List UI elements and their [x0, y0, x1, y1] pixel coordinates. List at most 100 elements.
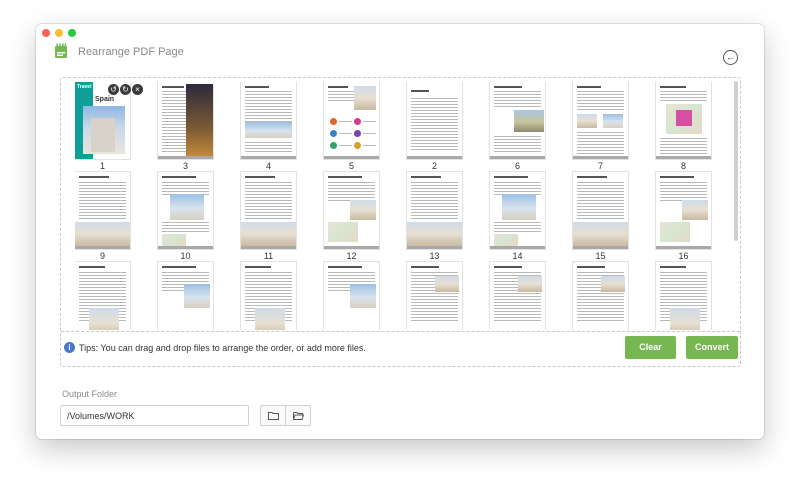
- page-thumbnail[interactable]: [490, 262, 573, 330]
- text-line: [494, 222, 541, 223]
- text-line: [245, 188, 292, 189]
- page-image: [603, 114, 623, 128]
- text-line: [577, 135, 624, 136]
- page-drop-area[interactable]: Travel & Sun Spain ↺ ↻ × 1 3 4 5 2 6 7 8 9 10 11 12 13 14 1…: [60, 77, 741, 367]
- text-line: [245, 296, 292, 297]
- grid-scrollbar[interactable]: [734, 81, 738, 241]
- page-footer: [573, 246, 628, 249]
- text-line: [494, 225, 541, 226]
- text-line: [660, 293, 707, 294]
- text-line: [577, 188, 624, 189]
- text-line: [411, 215, 458, 216]
- page-thumbnail[interactable]: 8: [656, 82, 715, 172]
- page-thumbnail[interactable]: 14: [490, 172, 573, 262]
- text-line: [79, 296, 126, 297]
- back-button[interactable]: ←: [723, 50, 738, 65]
- page-number: 3: [182, 161, 188, 171]
- text-line: [411, 119, 458, 120]
- page-footer: [490, 246, 545, 249]
- page-preview: [573, 82, 628, 159]
- page-preview: [324, 82, 379, 159]
- text-line: [245, 145, 292, 146]
- text-line: [577, 194, 624, 195]
- page-thumbnail[interactable]: 10: [158, 172, 241, 262]
- page-thumbnail[interactable]: 7: [573, 82, 656, 172]
- page-thumbnail[interactable]: [656, 262, 715, 330]
- text-line: [494, 296, 541, 297]
- text-line: [363, 133, 376, 134]
- page-heading: [162, 266, 196, 268]
- page-thumbnail[interactable]: 11: [241, 172, 324, 262]
- page-thumbnail[interactable]: [75, 262, 158, 330]
- text-line: [411, 125, 458, 126]
- page-footer: [324, 246, 379, 249]
- minimize-window-button[interactable]: [55, 29, 63, 37]
- page-thumbnail[interactable]: [241, 262, 324, 330]
- page-thumbnail[interactable]: 4: [241, 82, 324, 172]
- page-thumbnail[interactable]: 16: [656, 172, 715, 262]
- page-thumbnail[interactable]: 2: [407, 82, 490, 172]
- text-line: [577, 305, 624, 306]
- text-line: [245, 209, 292, 210]
- page-thumbnail[interactable]: [573, 262, 656, 330]
- text-line: [162, 272, 209, 273]
- page-footer: [241, 246, 296, 249]
- text-line: [245, 203, 292, 204]
- text-line: [79, 215, 126, 216]
- page-thumbnail[interactable]: 3: [158, 82, 241, 172]
- text-line: [660, 284, 707, 285]
- open-folder-button[interactable]: [286, 406, 310, 425]
- page-heading: [411, 176, 441, 178]
- text-line: [411, 218, 458, 219]
- text-line: [411, 317, 458, 318]
- text-line: [660, 138, 707, 139]
- rotate-right-icon[interactable]: ↻: [120, 84, 131, 95]
- page-thumbnail[interactable]: 15: [573, 172, 656, 262]
- text-line: [411, 299, 458, 300]
- page-thumbnail[interactable]: [158, 262, 241, 330]
- text-line: [660, 94, 707, 95]
- text-line: [660, 91, 707, 92]
- page-heading: [328, 176, 362, 178]
- choose-folder-button[interactable]: [261, 406, 286, 425]
- page-image: [241, 222, 296, 246]
- page-preview: [324, 262, 379, 330]
- page-thumbnail[interactable]: 6: [490, 82, 573, 172]
- page-thumbnail[interactable]: 13: [407, 172, 490, 262]
- text-line: [411, 113, 458, 114]
- text-line: [411, 143, 458, 144]
- page-footer: [241, 156, 296, 159]
- maximize-window-button[interactable]: [68, 29, 76, 37]
- close-window-button[interactable]: [42, 29, 50, 37]
- page-thumbnail[interactable]: 12: [324, 172, 407, 262]
- page-number: 4: [265, 161, 271, 171]
- output-folder-input[interactable]: [60, 405, 249, 426]
- page-thumbnail[interactable]: Travel & Sun Spain ↺ ↻ × 1: [75, 82, 158, 172]
- rotate-left-icon[interactable]: ↺: [108, 84, 119, 95]
- page-image: [328, 222, 358, 242]
- text-line: [577, 153, 624, 154]
- text-line: [339, 133, 352, 134]
- page-thumbnail[interactable]: [407, 262, 490, 330]
- text-line: [162, 228, 209, 229]
- text-line: [660, 287, 707, 288]
- text-line: [162, 278, 209, 279]
- open-folder-icon: [292, 412, 304, 420]
- convert-button[interactable]: Convert: [686, 336, 738, 359]
- close-icon[interactable]: ×: [132, 84, 143, 95]
- text-line: [577, 91, 624, 92]
- text-line: [245, 278, 292, 279]
- page-thumbnail[interactable]: [324, 262, 407, 330]
- page-image: [682, 200, 708, 220]
- page-thumbnail[interactable]: 9: [75, 172, 158, 262]
- page-heading: [245, 266, 271, 268]
- text-line: [494, 182, 541, 183]
- text-line: [328, 197, 375, 198]
- page-title: Rearrange PDF Page: [78, 46, 184, 58]
- text-line: [245, 284, 292, 285]
- text-line: [79, 302, 126, 303]
- clear-button[interactable]: Clear: [625, 336, 676, 359]
- page-number: 14: [512, 251, 523, 261]
- text-line: [79, 281, 126, 282]
- page-thumbnail[interactable]: 5: [324, 82, 407, 172]
